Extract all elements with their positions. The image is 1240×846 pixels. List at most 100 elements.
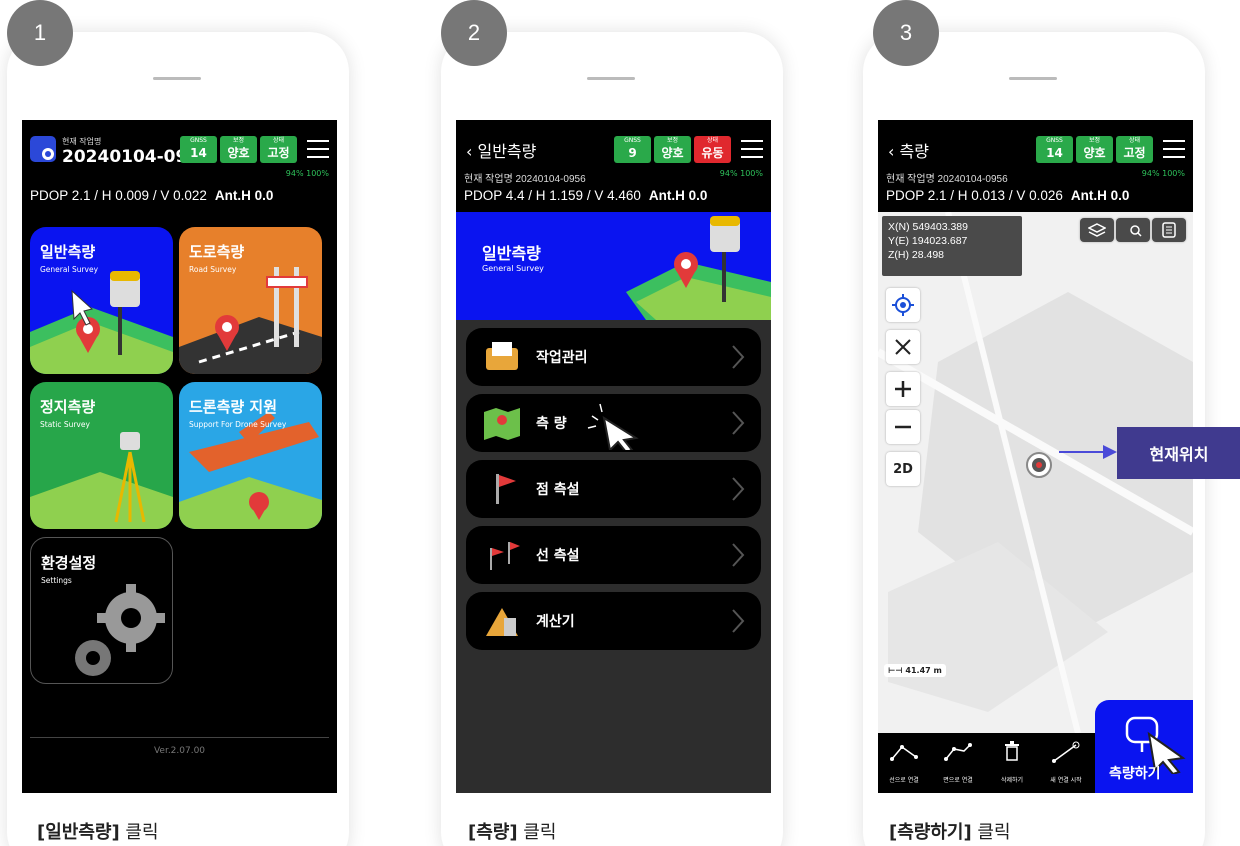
connect-polygon-button[interactable]: 면으로 연결 bbox=[932, 733, 984, 793]
project-name: 20240104-095 bbox=[62, 147, 200, 167]
polyline-icon bbox=[890, 745, 918, 761]
caption-step-1: [일반측량] 클릭 bbox=[37, 822, 159, 843]
job-name-line: 현재 작업명 20240104-0956 bbox=[886, 174, 1008, 185]
menu-item-job-management[interactable]: 작업관리 bbox=[466, 328, 761, 386]
grab-handle bbox=[153, 77, 201, 80]
flag-icon bbox=[496, 474, 516, 504]
tile-general-survey[interactable]: 일반측량 General Survey bbox=[30, 227, 173, 374]
chevron-right-icon bbox=[732, 477, 745, 501]
view-2d-toggle[interactable]: 2D bbox=[886, 452, 920, 486]
new-connection-button[interactable]: 새 연결 시작 bbox=[1040, 733, 1092, 793]
caption-step-3: [측량하기] 클릭 bbox=[889, 822, 1011, 843]
tile-title: 정지측량 bbox=[40, 398, 96, 416]
battery-status: 94% 100% bbox=[285, 169, 329, 178]
gnss-receiver-illustration-icon bbox=[626, 216, 771, 320]
delete-button[interactable]: 삭제하기 bbox=[986, 733, 1038, 793]
pdop-readout: PDOP 4.4 / H 1.159 / V 4.460 Ant.H 0.0 bbox=[464, 188, 708, 203]
status-badges: GNSS 14 보정 양호 상태 고정 bbox=[1036, 136, 1153, 163]
status-badges: GNSS 9 보정 양호 상태 유동 bbox=[614, 136, 731, 163]
status-header: 현재 작업명 20240104-095 GNSS 14 보정 양호 상태 고정 94%… bbox=[22, 120, 337, 212]
coord-x: X(N) 549403.389 bbox=[888, 221, 968, 233]
screen-main-menu: 현재 작업명 20240104-095 GNSS 14 보정 양호 상태 고정 94%… bbox=[22, 120, 337, 793]
step-badge-2: 2 bbox=[441, 0, 507, 66]
pdop-readout: PDOP 2.1 / H 0.009 / V 0.022 Ant.H 0.0 bbox=[30, 188, 274, 203]
calculator-icon bbox=[486, 608, 518, 636]
coord-y: Y(E) 194023.687 bbox=[888, 235, 968, 247]
correction-badge: 보정 양호 bbox=[220, 136, 257, 163]
tile-subtitle: Settings bbox=[41, 576, 72, 585]
step-badge-3: 3 bbox=[873, 0, 939, 66]
menu-item-line-stakeout[interactable]: 선 측설 bbox=[466, 526, 761, 584]
menu-item-label: 선 측설 bbox=[536, 548, 580, 564]
banner-title: 일반측량 bbox=[482, 244, 541, 263]
phone-frame-1: 현재 작업명 20240104-095 GNSS 14 보정 양호 상태 고정 94%… bbox=[7, 32, 349, 846]
pdop-readout: PDOP 2.1 / H 0.013 / V 0.026 Ant.H 0.0 bbox=[886, 188, 1130, 203]
tile-drone-survey[interactable]: 드론측량 지원 Support For Drone Survey bbox=[179, 382, 322, 529]
tile-static-survey[interactable]: 정지측량 Static Survey bbox=[30, 382, 173, 529]
map-icon bbox=[484, 408, 520, 440]
grab-handle bbox=[1009, 77, 1057, 80]
menu-list: 작업관리 측 량 점 측설 선 측설 계산기 bbox=[456, 320, 771, 793]
menu-item-point-stakeout[interactable]: 점 측설 bbox=[466, 460, 761, 518]
divider bbox=[30, 737, 329, 738]
menu-item-calculator[interactable]: 계산기 bbox=[466, 592, 761, 650]
hamburger-menu-icon[interactable] bbox=[1163, 140, 1185, 158]
search-layer-icon[interactable] bbox=[1116, 218, 1150, 242]
chevron-right-icon bbox=[732, 543, 745, 567]
chevron-right-icon bbox=[732, 411, 745, 435]
banner-subtitle: General Survey bbox=[482, 264, 544, 273]
current-position-marker-icon bbox=[1026, 452, 1052, 478]
scale-bar: ⊢⊣ 41.47 m bbox=[884, 664, 946, 677]
connect-line-button[interactable]: 선으로 연결 bbox=[878, 733, 930, 793]
job-name-line: 현재 작업명 20240104-0956 bbox=[464, 174, 586, 185]
tile-road-survey[interactable]: 도로측량 Road Survey bbox=[179, 227, 322, 374]
battery-status: 94% 100% bbox=[719, 169, 763, 178]
fullscreen-icon[interactable] bbox=[886, 330, 920, 364]
section-banner: 일반측량 General Survey bbox=[456, 212, 771, 320]
gnss-badge: GNSS 14 bbox=[1036, 136, 1073, 163]
phone-frame-2: ‹ 일반측량 GNSS 9 보정 양호 상태 유동 현재 작업명 20240104-0… bbox=[441, 32, 783, 846]
tile-subtitle: Road Survey bbox=[189, 265, 237, 274]
tile-settings[interactable]: 환경설정 Settings bbox=[30, 537, 173, 684]
menu-item-label: 계산기 bbox=[536, 614, 575, 630]
hamburger-menu-icon[interactable] bbox=[307, 140, 329, 158]
gnss-badge: GNSS 14 bbox=[180, 136, 217, 163]
menu-item-label: 점 측설 bbox=[536, 482, 580, 498]
correction-badge: 보정 양호 bbox=[1076, 136, 1113, 163]
fix-state-badge: 상태 유동 bbox=[694, 136, 731, 163]
new-line-icon bbox=[1052, 741, 1080, 763]
correction-badge: 보정 양호 bbox=[654, 136, 691, 163]
status-header: ‹ 측량 GNSS 14 보정 양호 상태 고정 현재 작업명 20240104-09… bbox=[878, 120, 1193, 212]
zoom-out-icon[interactable] bbox=[886, 410, 920, 444]
version-label: Ver.2.07.00 bbox=[153, 746, 206, 756]
tile-title: 도로측량 bbox=[189, 243, 245, 261]
zoom-in-icon[interactable] bbox=[886, 372, 920, 406]
project-label: 현재 작업명 bbox=[62, 137, 102, 146]
tile-subtitle: General Survey bbox=[40, 265, 99, 274]
list-icon[interactable] bbox=[1152, 218, 1186, 242]
fix-state-badge: 상태 고정 bbox=[1116, 136, 1153, 163]
current-position-callout: 현재위치 bbox=[1117, 427, 1240, 479]
battery-status: 94% 100% bbox=[1141, 169, 1185, 178]
trash-icon bbox=[1005, 741, 1019, 761]
folder-icon bbox=[486, 342, 518, 370]
layers-icon[interactable] bbox=[1080, 218, 1114, 242]
tile-title: 드론측량 지원 bbox=[189, 398, 278, 416]
back-button[interactable]: ‹ 일반측량 bbox=[466, 138, 536, 162]
locate-me-icon[interactable] bbox=[886, 288, 920, 322]
tile-title: 환경설정 bbox=[41, 554, 97, 572]
measure-button-label: 측량하기 bbox=[1109, 766, 1161, 782]
coord-z: Z(H) 28.498 bbox=[888, 249, 945, 261]
cursor-pointer-icon bbox=[587, 403, 639, 450]
chevron-right-icon bbox=[732, 609, 745, 633]
step-badge-1: 1 bbox=[7, 0, 73, 66]
menu-item-survey[interactable]: 측 량 bbox=[466, 394, 761, 452]
grab-handle bbox=[587, 77, 635, 80]
tile-title: 일반측량 bbox=[40, 243, 96, 261]
polygon-icon bbox=[944, 743, 972, 761]
measure-button[interactable]: 측량하기 bbox=[1095, 700, 1193, 793]
callout-connector bbox=[1059, 451, 1109, 453]
screen-general-survey: ‹ 일반측량 GNSS 9 보정 양호 상태 유동 현재 작업명 20240104-0… bbox=[456, 120, 771, 793]
back-button[interactable]: ‹ 측량 bbox=[888, 138, 929, 162]
hamburger-menu-icon[interactable] bbox=[741, 140, 763, 158]
